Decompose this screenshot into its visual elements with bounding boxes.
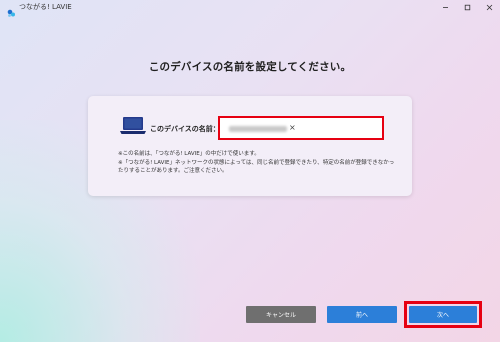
clear-input-button[interactable]: ×: [289, 121, 296, 135]
page-title: このデバイスの名前を設定してください。: [148, 61, 352, 73]
device-name-input[interactable]: ×: [218, 116, 384, 140]
name-notes: ※この名前は、「つながる! LAVIE」の中だけで使います。 ※「つながる! L…: [118, 150, 398, 176]
close-icon[interactable]: [482, 1, 496, 13]
minimize-icon[interactable]: [438, 1, 452, 13]
blurred-device-name: [229, 126, 287, 132]
note-line-1: ※この名前は、「つながる! LAVIE」の中だけで使います。: [118, 151, 260, 157]
title-bar: つながる! LAVIE: [0, 0, 500, 17]
note-line-2: ※「つながる! LAVIE」ネットワークの状態によっては、同じ名前で登録できたり…: [118, 159, 395, 175]
device-name-label: このデバイスの名前：: [150, 125, 220, 133]
lavie-app-icon: [6, 3, 16, 17]
next-button[interactable]: 次へ: [409, 306, 477, 323]
device-name-card: このデバイスの名前： × ※この名前は、「つながる! LAVIE」の中だけで使い…: [88, 96, 412, 196]
maximize-icon[interactable]: [460, 1, 474, 13]
back-button[interactable]: 前へ: [327, 306, 397, 323]
laptop-icon: [118, 116, 148, 136]
window-title: つながる! LAVIE: [19, 3, 72, 11]
cancel-button[interactable]: キャンセル: [246, 306, 316, 323]
